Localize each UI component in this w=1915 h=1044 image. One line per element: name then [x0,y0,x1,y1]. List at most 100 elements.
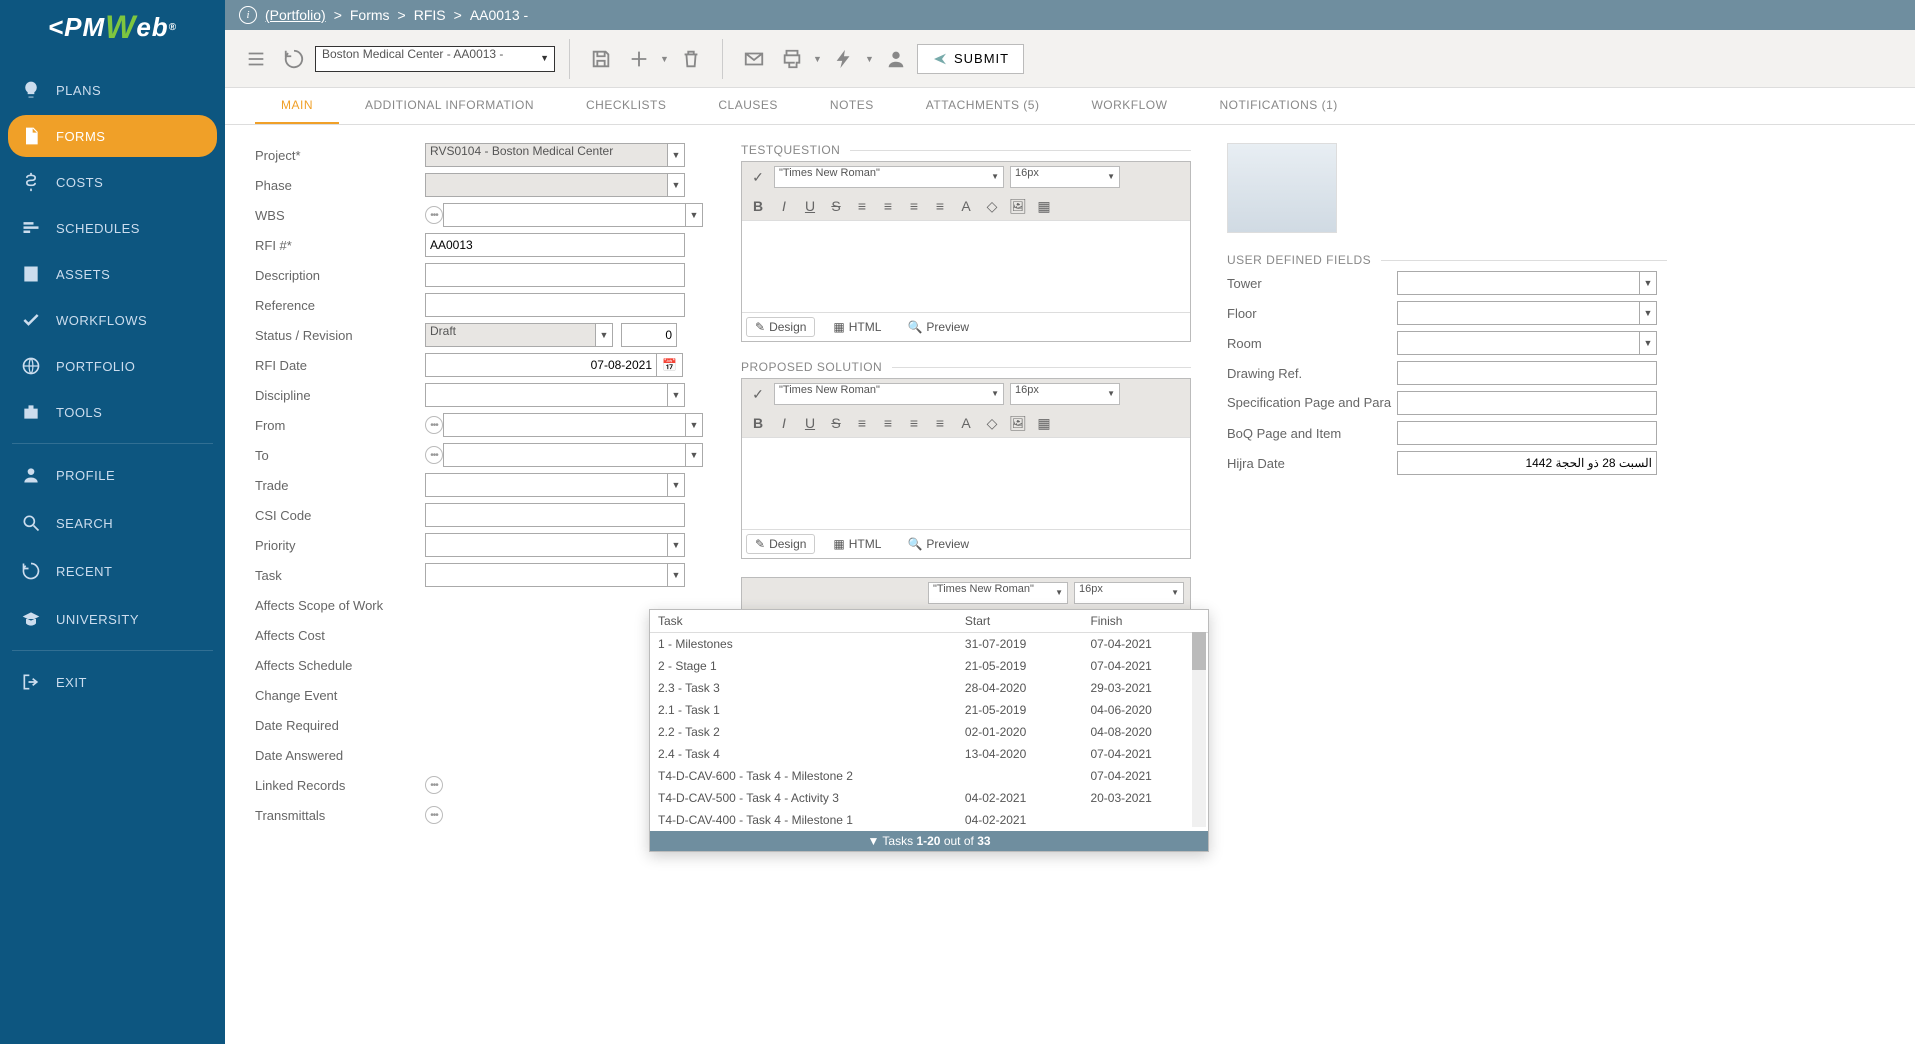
from-arrow[interactable]: ▼ [685,413,703,437]
info-icon[interactable]: i [239,6,257,24]
drawing-field[interactable] [1397,361,1657,385]
col-finish[interactable]: Finish [1082,610,1208,633]
to-field[interactable] [443,443,685,467]
save-button[interactable] [584,42,618,76]
tab-main[interactable]: MAIN [255,88,339,124]
csi-field[interactable] [425,503,685,527]
print-dropdown[interactable]: ▼ [813,54,823,64]
col-task[interactable]: Task [650,610,957,633]
tab-additional[interactable]: ADDITIONAL INFORMATION [339,88,560,124]
add-button[interactable] [622,42,656,76]
task-row[interactable]: T4-D-CAV-500 - Task 4 - Activity 304-02-… [650,787,1208,809]
task-row[interactable]: T4-D-CAV-600 - Task 4 - Milestone 207-04… [650,765,1208,787]
spec-field[interactable] [1397,391,1657,415]
design-tab[interactable]: ✎Design [746,534,815,554]
nav-plans[interactable]: PLANS [8,69,217,111]
rfino-field[interactable] [425,233,685,257]
submit-button[interactable]: SUBMIT [917,44,1024,74]
revision-field[interactable] [621,323,677,347]
size-select[interactable]: 16px [1010,383,1120,405]
font-select[interactable]: "Times New Roman" [928,582,1068,604]
tab-notes[interactable]: NOTES [804,88,900,124]
to-arrow[interactable]: ▼ [685,443,703,467]
preview-tab[interactable]: 🔍Preview [899,534,977,554]
task-row[interactable]: T4-D-CAV-400 - Task 4 - Milestone 104-02… [650,809,1208,831]
task-arrow[interactable]: ▼ [667,563,685,587]
trade-arrow[interactable]: ▼ [667,473,685,497]
testquestion-body[interactable] [742,220,1190,312]
spellcheck-icon[interactable]: ✓ [748,167,768,187]
col-start[interactable]: Start [957,610,1083,633]
align-right-icon[interactable]: ≡ [904,413,924,433]
text-color-icon[interactable]: A [956,196,976,216]
nav-profile[interactable]: PROFILE [8,454,217,496]
bold-icon[interactable]: B [748,196,768,216]
status-arrow[interactable]: ▼ [595,323,613,347]
thumbnail[interactable] [1227,143,1337,233]
phase-field[interactable] [425,173,667,197]
align-justify-icon[interactable]: ≡ [930,196,950,216]
nav-search[interactable]: SEARCH [8,502,217,544]
person-button[interactable] [879,42,913,76]
size-select[interactable]: 16px [1010,166,1120,188]
hijra-field[interactable] [1397,451,1657,475]
priority-field[interactable] [425,533,667,557]
align-left-icon[interactable]: ≡ [852,413,872,433]
strike-icon[interactable]: S [826,196,846,216]
align-center-icon[interactable]: ≡ [878,196,898,216]
strike-icon[interactable]: S [826,413,846,433]
wbs-arrow[interactable]: ▼ [685,203,703,227]
task-row[interactable]: 1 - Milestones31-07-201907-04-2021 [650,633,1208,656]
bolt-button[interactable] [827,42,861,76]
tab-workflow[interactable]: WORKFLOW [1065,88,1193,124]
trade-field[interactable] [425,473,667,497]
discipline-field[interactable] [425,383,667,407]
nav-exit[interactable]: EXIT [8,661,217,703]
nav-tools[interactable]: TOOLS [8,391,217,433]
nav-workflows[interactable]: WORKFLOWS [8,299,217,341]
history-button[interactable] [277,42,311,76]
html-tab[interactable]: ▦HTML [825,534,889,554]
task-row[interactable]: 2.3 - Task 328-04-202029-03-2021 [650,677,1208,699]
bolt-dropdown[interactable]: ▼ [865,54,875,64]
boq-field[interactable] [1397,421,1657,445]
status-field[interactable]: Draft [425,323,595,347]
wbs-field[interactable] [443,203,685,227]
rfidate-field[interactable] [425,353,657,377]
from-field[interactable] [443,413,685,437]
font-select[interactable]: "Times New Roman" [774,383,1004,405]
tower-arrow[interactable]: ▼ [1639,271,1657,295]
task-row[interactable]: 2.1 - Task 121-05-201904-06-2020 [650,699,1208,721]
tab-attachments[interactable]: ATTACHMENTS (5) [900,88,1066,124]
description-field[interactable] [425,263,685,287]
task-row[interactable]: 2.2 - Task 202-01-202004-08-2020 [650,721,1208,743]
underline-icon[interactable]: U [800,196,820,216]
phase-arrow[interactable]: ▼ [667,173,685,197]
priority-arrow[interactable]: ▼ [667,533,685,557]
add-dropdown[interactable]: ▼ [660,54,670,64]
design-tab[interactable]: ✎Design [746,317,815,337]
task-row[interactable]: 2 - Stage 121-05-201907-04-2021 [650,655,1208,677]
floor-arrow[interactable]: ▼ [1639,301,1657,325]
size-select[interactable]: 16px [1074,582,1184,604]
tab-notifications[interactable]: NOTIFICATIONS (1) [1193,88,1363,124]
text-color-icon[interactable]: A [956,413,976,433]
nav-university[interactable]: UNIVERSITY [8,598,217,640]
image-icon[interactable]: 🖼 [1008,196,1028,216]
preview-tab[interactable]: 🔍Preview [899,317,977,337]
floor-field[interactable] [1397,301,1639,325]
align-left-icon[interactable]: ≡ [852,196,872,216]
project-field[interactable]: RVS0104 - Boston Medical Center [425,143,667,167]
align-justify-icon[interactable]: ≡ [930,413,950,433]
to-lookup[interactable]: ••• [425,446,443,464]
spellcheck-icon[interactable]: ✓ [748,384,768,404]
reference-field[interactable] [425,293,685,317]
tower-field[interactable] [1397,271,1639,295]
proposed-body[interactable] [742,437,1190,529]
room-field[interactable] [1397,331,1639,355]
tab-clauses[interactable]: CLAUSES [692,88,804,124]
tab-checklists[interactable]: CHECKLISTS [560,88,692,124]
italic-icon[interactable]: I [774,196,794,216]
calendar-icon[interactable]: 📅 [657,353,683,377]
bg-color-icon[interactable]: ◇ [982,196,1002,216]
